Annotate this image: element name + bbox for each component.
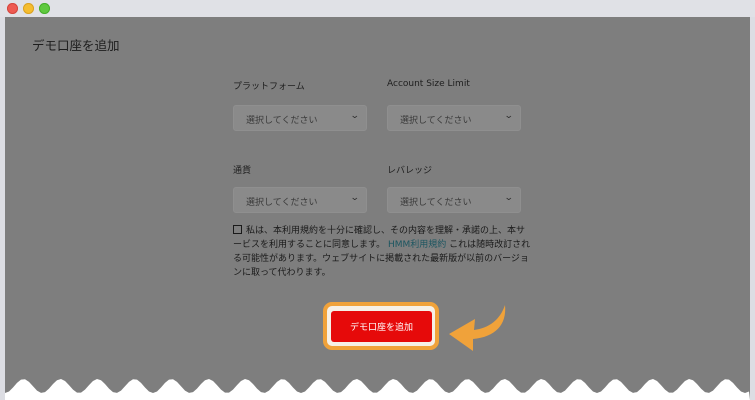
chevron-down-icon: ⌄	[504, 111, 515, 121]
terms-link[interactable]: HMM利用規約	[388, 240, 446, 250]
account-size-limit-select[interactable]: 選択してください ⌄	[387, 105, 521, 131]
pointer-arrow-icon	[449, 305, 506, 351]
close-window-button[interactable]	[7, 3, 18, 14]
leverage-select-value: 選択してください	[400, 198, 472, 208]
zoom-window-button[interactable]	[39, 3, 50, 14]
leverage-label: レバレッジ	[387, 166, 433, 176]
chevron-down-icon: ⌄	[350, 193, 361, 203]
add-demo-account-button[interactable]: デモ口座を追加	[331, 311, 432, 342]
platform-label: プラットフォーム	[233, 82, 305, 92]
terms-checkbox[interactable]	[233, 225, 242, 234]
platform-select[interactable]: 選択してください ⌄	[233, 105, 367, 131]
page-title: デモ口座を追加	[32, 38, 120, 53]
title-bar	[0, 0, 755, 17]
platform-select-value: 選択してください	[246, 116, 318, 126]
currency-label: 通貨	[233, 166, 252, 176]
chevron-down-icon: ⌄	[504, 193, 515, 203]
account-size-limit-label: Account Size Limit	[387, 79, 470, 89]
currency-select-value: 選択してください	[246, 198, 318, 208]
leverage-select[interactable]: 選択してください ⌄	[387, 187, 521, 213]
account-size-limit-select-value: 選択してください	[400, 116, 472, 126]
page-viewport: デモ口座を追加 プラットフォーム 選択してください ⌄ Account Size…	[5, 17, 750, 400]
chevron-down-icon: ⌄	[350, 111, 361, 121]
torn-edge	[5, 379, 750, 400]
terms-agreement: 私は、本利用規約を十分に確認し、その内容を理解・承諾の上、本サービスを利用するこ…	[233, 224, 533, 280]
currency-select[interactable]: 選択してください ⌄	[233, 187, 367, 213]
minimize-window-button[interactable]	[23, 3, 34, 14]
browser-window: デモ口座を追加 プラットフォーム 選択してください ⌄ Account Size…	[0, 0, 755, 400]
